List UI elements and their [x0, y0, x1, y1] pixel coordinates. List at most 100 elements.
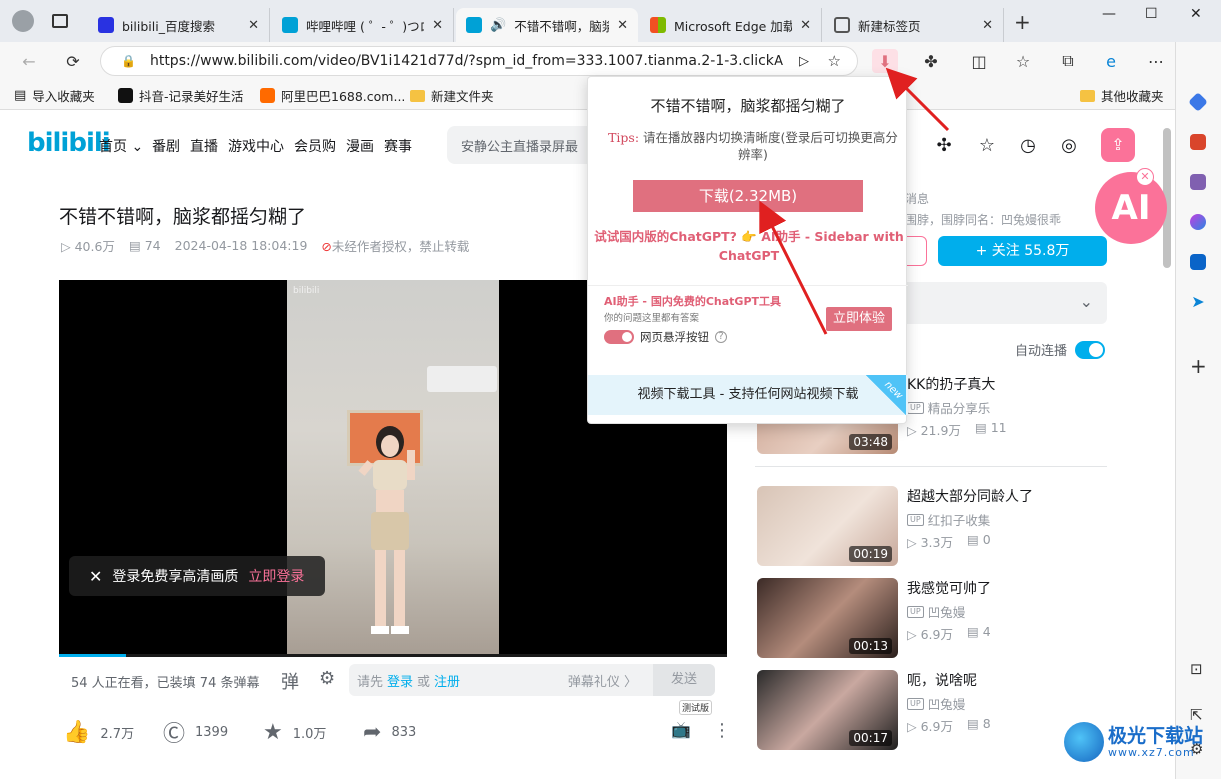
rec-title[interactable]: 超越大部分同龄人了 [907, 486, 1033, 506]
nav-manga[interactable]: 漫画 [346, 136, 374, 156]
danmaku-toggle-icon[interactable]: 弹 [281, 668, 299, 694]
ai-floating-button[interactable]: AI [1095, 172, 1167, 244]
danmaku-settings-icon[interactable]: ⚙ [319, 668, 335, 689]
search-input[interactable]: 安静公主直播录屏最 [447, 126, 607, 164]
share-button[interactable]: ➦ 833 [363, 720, 416, 745]
up-message[interactable]: 消息 [905, 190, 1061, 207]
rec-title[interactable]: KK的扔子真大 [907, 374, 995, 394]
close-icon[interactable]: ✕ [982, 18, 993, 33]
more-menu-icon[interactable]: ⋯ [1143, 49, 1169, 73]
bookmark-new-folder[interactable]: 新建文件夹 [410, 86, 494, 105]
collections-icon[interactable]: ⧉ [1055, 49, 1081, 73]
more-icon[interactable]: ⋮ [713, 720, 731, 741]
tab-edge-addons[interactable]: Microsoft Edge 加载项 ✕ [640, 8, 822, 42]
rec-up[interactable]: UP 精品分享乐 [907, 398, 990, 417]
nav-live[interactable]: 直播 [190, 136, 218, 156]
autoplay-toggle[interactable]: 自动连播 [1015, 340, 1106, 359]
favorites-icon[interactable]: ☆ [976, 135, 998, 157]
try-now-button[interactable]: 立即体验 [826, 307, 892, 331]
dm-login-link[interactable]: 登录 [387, 671, 413, 690]
float-button-toggle[interactable]: 网页悬浮按钮? [604, 329, 727, 345]
nav-esports[interactable]: 赛事 [384, 136, 412, 156]
rec-thumbnail[interactable]: 00:13 [757, 578, 898, 658]
chatgpt-promo-link[interactable]: 试试国内版的ChatGPT? 👉 AI助手 - Sidebar with Cha… [594, 227, 904, 265]
sidebar-games-icon[interactable] [1190, 174, 1206, 190]
rec-title[interactable]: 我感觉可帅了 [907, 578, 991, 598]
rec-item[interactable]: 00:17 呃，说啥呢 UP 凹兔嫚 ▷ 6.9万 ▤ 8 [755, 670, 1107, 752]
rec-thumbnail[interactable]: 00:19 [757, 486, 898, 566]
rec-title[interactable]: 呃，说啥呢 [907, 670, 977, 690]
edge-icon[interactable]: e [1098, 49, 1124, 73]
sidebar-add-icon[interactable]: + [1190, 354, 1207, 378]
collapsed-panel[interactable]: ⌄ [875, 282, 1107, 324]
tv-icon[interactable]: 📺 [671, 720, 691, 739]
favorite-button[interactable]: ★ 1.0万 [263, 720, 326, 745]
new-tab-button[interactable]: + [1014, 10, 1031, 34]
sidebar-m365-icon[interactable] [1190, 214, 1206, 230]
creation-icon[interactable]: ◎ [1058, 135, 1080, 157]
nav-anime[interactable]: 番剧 [152, 136, 180, 156]
close-icon[interactable]: ✕ [1136, 168, 1154, 186]
extensions-icon[interactable]: ✤ [918, 49, 944, 73]
sidebar-screenshot-icon[interactable]: ⊡ [1190, 660, 1203, 678]
dynamic-icon[interactable]: ✣ [933, 135, 955, 157]
maximize-button[interactable]: ☐ [1145, 6, 1158, 22]
rec-up[interactable]: UP 凹兔嫚 [907, 602, 965, 621]
danmaku-input[interactable]: 请先 登录 或 注册 弹幕礼仪 〉 发送 [349, 664, 715, 696]
upload-button[interactable]: ⇪ [1101, 128, 1135, 162]
minimize-button[interactable]: — [1102, 6, 1116, 22]
close-icon[interactable]: ✕ [432, 18, 443, 33]
tab-bilibili-video[interactable]: 🔊 不错不错啊，脑浆 ✕ [456, 8, 638, 42]
tab-actions-icon[interactable] [52, 14, 68, 28]
read-aloud-icon[interactable]: A [774, 54, 783, 69]
rec-item[interactable]: 00:19 超越大部分同龄人了 UP 红扣子收集 ▷ 3.3万 ▤ 0 [755, 486, 1107, 568]
rec-up[interactable]: UP 红扣子收集 [907, 510, 990, 529]
rec-item[interactable]: 00:13 我感觉可帅了 UP 凹兔嫚 ▷ 6.9万 ▤ 4 [755, 578, 1107, 660]
toggle-switch[interactable] [1075, 340, 1106, 359]
test-version-badge[interactable]: 测试版 [679, 700, 713, 715]
app-available-icon[interactable]: ▷ [799, 54, 809, 69]
sidebar-outlook-icon[interactable] [1190, 254, 1206, 270]
nav-home[interactable]: 首页 ⌄ [99, 136, 143, 156]
login-hd-banner[interactable]: ✕ 登录免费享高清画质 立即登录 [69, 556, 325, 596]
close-window-button[interactable]: ✕ [1190, 6, 1202, 22]
video-progress-bar[interactable] [59, 654, 727, 657]
dm-register-link[interactable]: 注册 [434, 671, 460, 690]
danmaku-etiquette-link[interactable]: 弹幕礼仪 〉 [568, 671, 637, 690]
danmaku-send-button[interactable]: 发送 [653, 664, 715, 696]
tab-baidu[interactable]: bilibili_百度搜索 ✕ [88, 8, 270, 42]
video-download-extension-icon[interactable]: ⬇ [872, 49, 898, 73]
toggle-switch[interactable] [604, 330, 634, 344]
favorite-star-icon[interactable]: ☆ [828, 52, 841, 70]
bookmark-other[interactable]: 其他收藏夹 [1080, 86, 1164, 105]
refresh-button[interactable]: ⟳ [60, 49, 86, 73]
bookmark-douyin[interactable]: 抖音-记录美好生活 [118, 86, 244, 105]
rec-up[interactable]: UP 凹兔嫚 [907, 694, 965, 713]
close-icon[interactable]: ✕ [89, 567, 102, 586]
split-screen-icon[interactable]: ◫ [966, 49, 992, 73]
tab-new[interactable]: 新建标签页 ✕ [824, 8, 1004, 42]
login-link[interactable]: 立即登录 [248, 566, 304, 586]
profile-avatar[interactable] [12, 10, 34, 32]
address-bar[interactable]: 🔒 https://www.bilibili.com/video/BV1i142… [100, 46, 858, 76]
follow-button[interactable]: + 关注 55.8万 [938, 236, 1107, 266]
like-button[interactable]: 👍 2.7万 [63, 720, 134, 745]
help-icon[interactable]: ? [715, 331, 727, 343]
bookmark-1688[interactable]: 阿里巴巴1688.com... [260, 86, 405, 105]
bilibili-logo[interactable]: bilibili [27, 128, 111, 158]
lock-icon[interactable]: 🔒 [121, 54, 136, 68]
coin-button[interactable]: Ⓒ 1399 [163, 716, 228, 748]
audio-icon[interactable]: 🔊 [490, 18, 506, 33]
bookmark-import[interactable]: ▤ 导入收藏夹 [14, 86, 95, 105]
download-tool-banner[interactable]: 视频下载工具 - 支持任何网站视频下载 [588, 375, 908, 415]
history-icon[interactable]: ◷ [1017, 135, 1039, 157]
rec-thumbnail[interactable]: 00:17 [757, 670, 898, 750]
nav-game-center[interactable]: 游戏中心 [228, 136, 284, 156]
close-icon[interactable]: ✕ [617, 18, 628, 33]
back-button[interactable]: ← [16, 49, 42, 73]
close-icon[interactable]: ✕ [800, 18, 811, 33]
close-icon[interactable]: ✕ [248, 18, 259, 33]
favorites-icon[interactable]: ☆ [1010, 49, 1036, 73]
sidebar-send-icon[interactable]: ➤ [1188, 292, 1208, 312]
nav-shop[interactable]: 会员购 [294, 136, 336, 156]
